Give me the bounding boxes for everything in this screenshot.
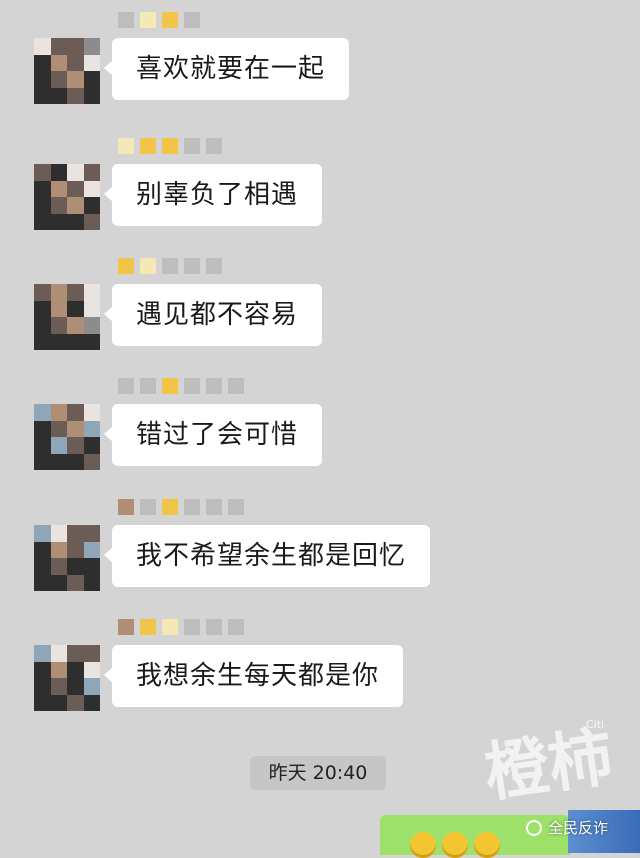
- avatar[interactable]: [34, 525, 100, 591]
- avatar[interactable]: [34, 645, 100, 711]
- avatar[interactable]: [34, 284, 100, 350]
- message-bubble[interactable]: 我想余生每天都是你: [103, 645, 404, 707]
- sender-name-blurred: [118, 136, 222, 156]
- sender-name-blurred: [118, 497, 244, 517]
- message-bubble[interactable]: 遇见都不容易: [103, 284, 323, 346]
- timestamp-label: 昨天 20:40: [250, 756, 386, 790]
- wechat-icon: [526, 819, 542, 836]
- emoji-icon: [474, 832, 500, 858]
- brand-label: 全民反诈: [548, 819, 609, 837]
- avatar[interactable]: [34, 404, 100, 470]
- avatar[interactable]: [34, 164, 100, 230]
- sender-name-blurred: [118, 376, 244, 396]
- sender-name-blurred: [118, 256, 222, 276]
- message-bubble[interactable]: 错过了会可惜: [103, 404, 323, 466]
- message-bubble[interactable]: 别辜负了相遇: [103, 164, 323, 226]
- sender-name-blurred: [118, 10, 200, 30]
- brand-watermark: 全民反诈: [526, 817, 608, 838]
- emoji-icon: [410, 832, 436, 858]
- watermark-subtext: Citi: [586, 718, 605, 731]
- message-bubble[interactable]: 喜欢就要在一起: [103, 38, 350, 100]
- message-bubble[interactable]: 我不希望余生都是回忆: [103, 525, 431, 587]
- emoji-icon: [442, 832, 468, 858]
- avatar[interactable]: [34, 38, 100, 104]
- chat-screen: { "messages": [ {"text": "喜欢就要在一起"}, {"t…: [0, 0, 640, 858]
- sender-name-blurred: [118, 617, 244, 637]
